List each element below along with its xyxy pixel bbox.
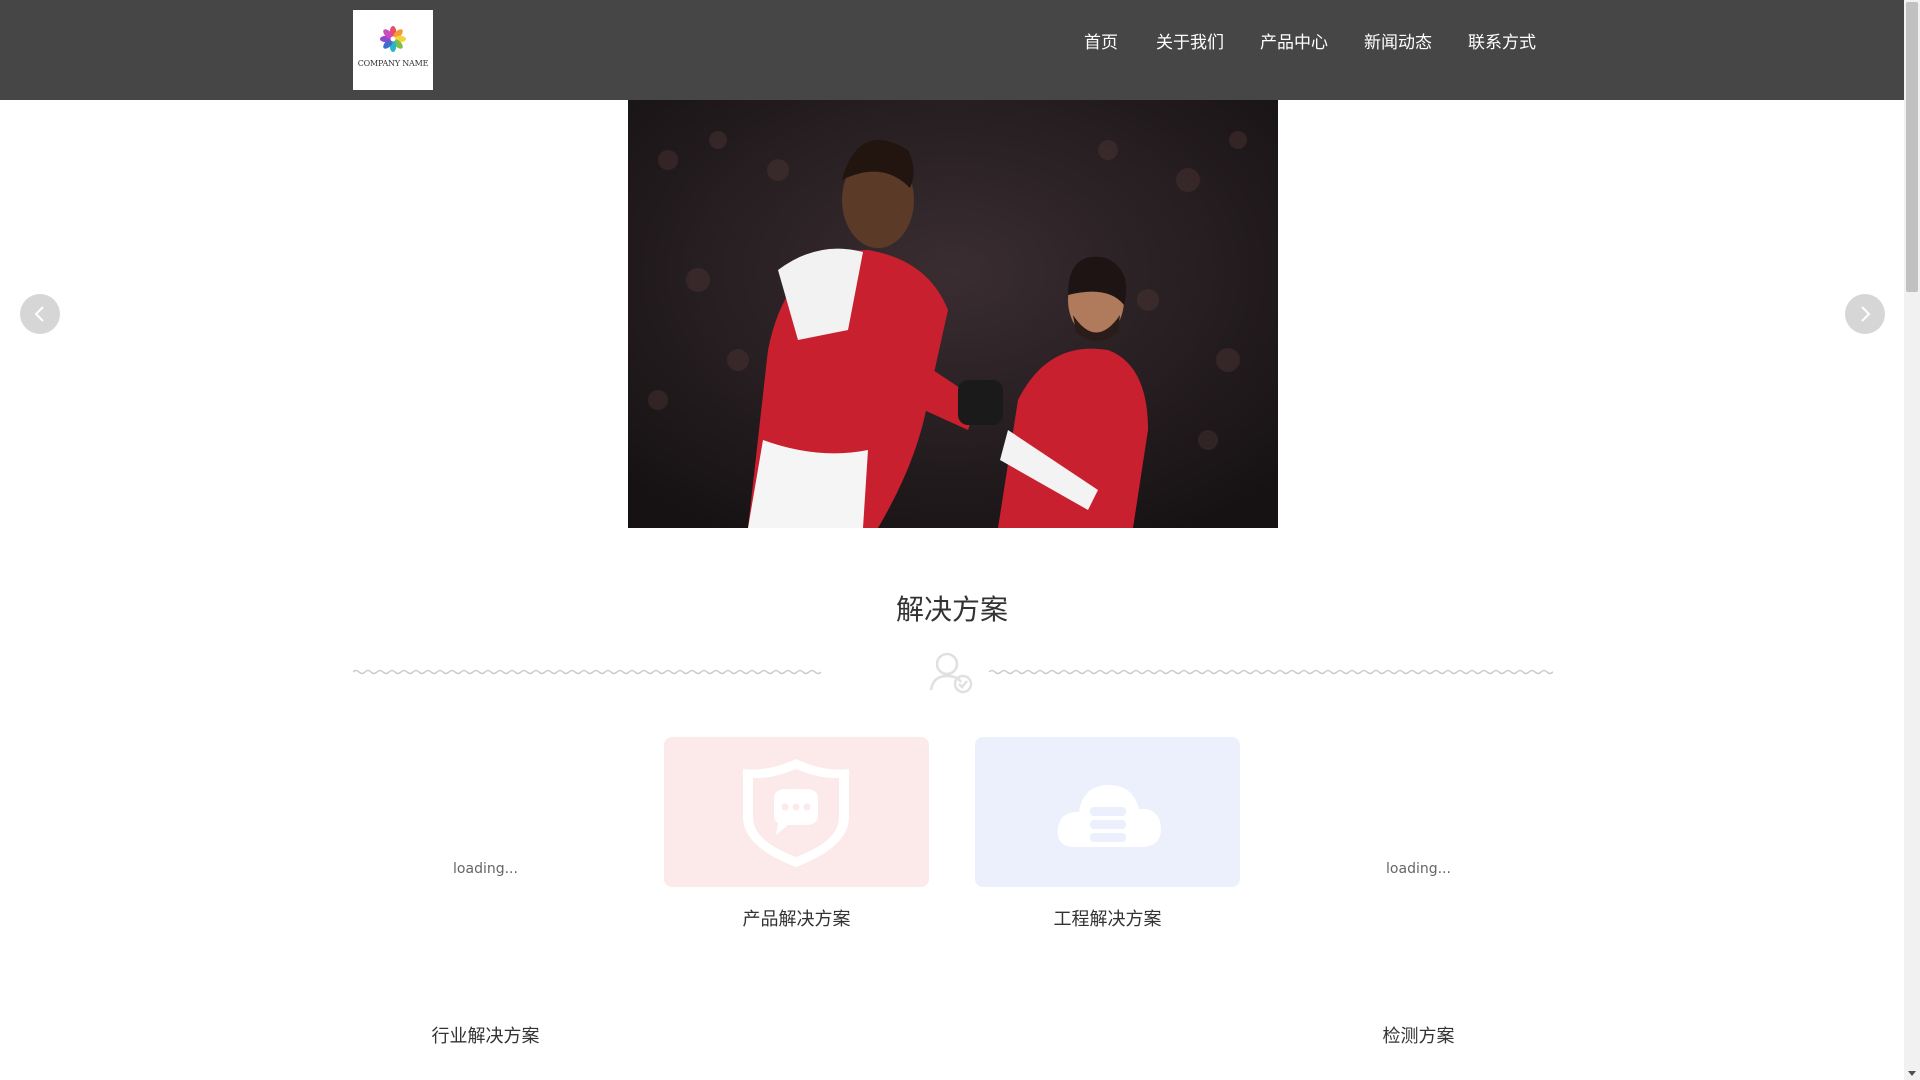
nav-item-about[interactable]: 关于我们: [1156, 28, 1224, 53]
scrollbar-thumb[interactable]: [1906, 2, 1918, 292]
banner-photo[interactable]: [628, 100, 1278, 528]
nav-item-home[interactable]: 首页: [1084, 28, 1118, 53]
site-header: COMPANY NAME 首页 关于我们 产品中心 新闻动态 联系方式: [0, 0, 1904, 100]
solution-label-engineering[interactable]: 工程解决方案: [975, 905, 1240, 931]
scroll-down-arrow-icon[interactable]: [1908, 1071, 1916, 1076]
chevron-right-icon: [1861, 306, 1871, 322]
nav-item-contact[interactable]: 联系方式: [1468, 28, 1536, 53]
solution-label-product[interactable]: 产品解决方案: [664, 905, 929, 931]
chevron-left-icon: [34, 306, 44, 322]
cloud-server-icon: [1057, 785, 1161, 847]
solution-label-detection[interactable]: 检测方案: [1286, 1022, 1551, 1048]
page-scrollbar[interactable]: [1904, 0, 1920, 1080]
user-check-icon: [929, 652, 973, 694]
logo-company-name: COMPANY NAME: [357, 59, 429, 68]
hero-carousel: [0, 100, 1904, 528]
carousel-next-button[interactable]: [1845, 294, 1885, 334]
solution-label-industry[interactable]: 行业解决方案: [353, 1022, 618, 1048]
shield-chat-icon: [743, 759, 849, 867]
flower-logo-icon: [380, 26, 406, 52]
carousel-prev-button[interactable]: [20, 294, 60, 334]
loading-indicator: loading...: [453, 861, 518, 877]
nav-item-news[interactable]: 新闻动态: [1364, 28, 1432, 53]
loading-indicator: loading...: [1386, 861, 1451, 877]
solution-card-engineering[interactable]: [975, 737, 1240, 887]
solution-card-product[interactable]: [664, 737, 929, 887]
nav-item-products[interactable]: 产品中心: [1260, 28, 1328, 53]
company-logo[interactable]: COMPANY NAME: [353, 10, 433, 90]
section-title: 解决方案: [895, 593, 1008, 626]
section-divider: [353, 652, 1553, 694]
